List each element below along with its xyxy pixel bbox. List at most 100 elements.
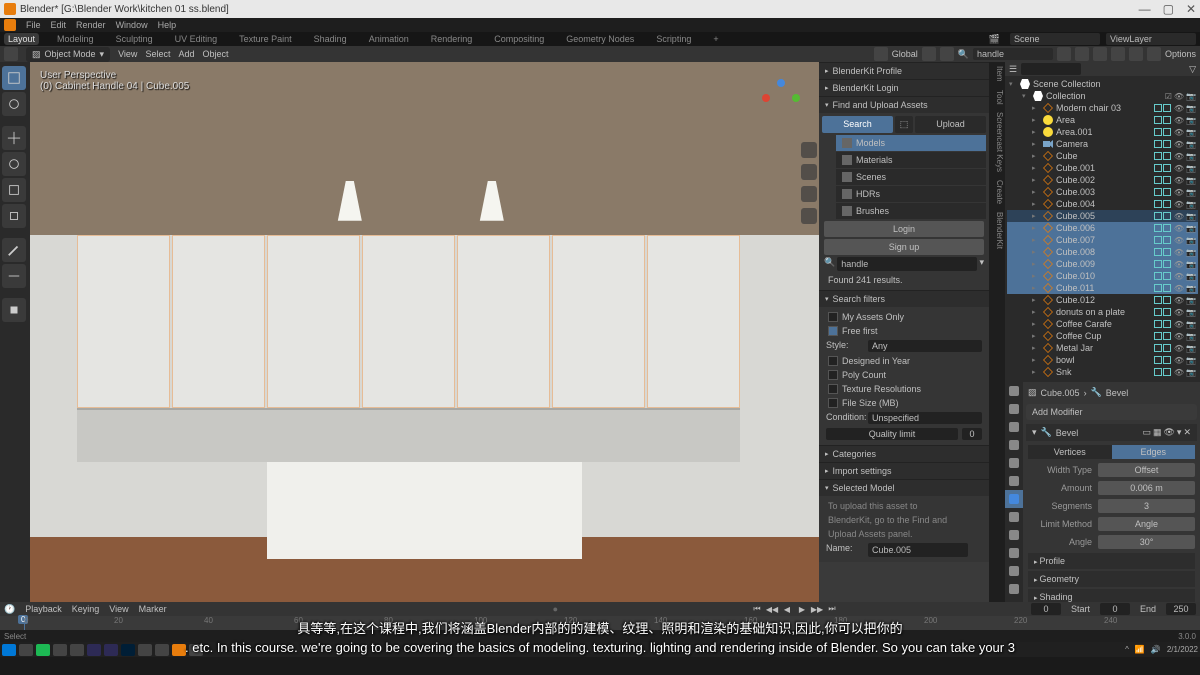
workspace-geonodes[interactable]: Geometry Nodes	[562, 33, 638, 45]
shading-subpanel[interactable]: Shading	[1028, 589, 1195, 602]
tree-item[interactable]: ▸Coffee Carafe👁📷	[1007, 318, 1198, 330]
options-dropdown[interactable]: Options	[1165, 49, 1196, 59]
tree-item[interactable]: ▸Metal Jar👁📷	[1007, 342, 1198, 354]
tree-scene-collection[interactable]: ▾ Scene Collection	[1007, 78, 1198, 90]
perspective-icon[interactable]	[801, 208, 817, 224]
prop-tab-object[interactable]	[1005, 472, 1023, 490]
jump-end-icon[interactable]: ⏭	[826, 604, 838, 614]
bevel-vertices-tab[interactable]: Vertices	[1028, 445, 1112, 459]
find-upload-panel[interactable]: Find and Upload Assets	[819, 96, 989, 113]
mod-edit-icon[interactable]: ▦	[1153, 427, 1162, 438]
prop-tab-material[interactable]	[1005, 580, 1023, 598]
tree-item[interactable]: ▸Cube.012👁📷	[1007, 294, 1198, 306]
menu-edit[interactable]: Edit	[51, 20, 67, 30]
selected-model-panel[interactable]: Selected Model	[819, 479, 989, 496]
annotate-tool[interactable]	[2, 238, 26, 262]
xray-icon[interactable]	[1075, 47, 1089, 61]
move-tool[interactable]	[2, 126, 26, 150]
tree-item[interactable]: ▸Cube.003👁📷	[1007, 186, 1198, 198]
prev-key-icon[interactable]: ◀◀	[766, 604, 778, 614]
bevel-edges-tab[interactable]: Edges	[1112, 445, 1196, 459]
workspace-layout[interactable]: Layout	[4, 33, 39, 45]
geometry-subpanel[interactable]: Geometry	[1028, 571, 1195, 587]
workspace-add[interactable]: +	[709, 33, 722, 45]
tree-item[interactable]: ▸Coffee Cup👁📷	[1007, 330, 1198, 342]
tree-item[interactable]: ▸Cube.011👁📷	[1007, 282, 1198, 294]
prop-tab-physics[interactable]	[1005, 526, 1023, 544]
menu-help[interactable]: Help	[158, 20, 177, 30]
signup-button[interactable]: Sign up	[824, 239, 984, 255]
scene-select[interactable]	[1010, 33, 1100, 45]
play-icon[interactable]: ▶	[796, 604, 808, 614]
style-select[interactable]: Any	[868, 340, 982, 352]
tree-item[interactable]: ▸donuts on a plate👁📷	[1007, 306, 1198, 318]
poly-count-checkbox[interactable]	[828, 370, 838, 380]
tree-item[interactable]: ▸Cube.005👁📷	[1007, 210, 1198, 222]
add-modifier-button[interactable]: Add Modifier	[1026, 404, 1197, 420]
prop-tab-modifiers[interactable]	[1005, 490, 1023, 508]
orientation-select[interactable]: Global	[892, 49, 918, 59]
search-filters-panel[interactable]: Search filters	[819, 290, 989, 307]
prop-tab-scene[interactable]	[1005, 436, 1023, 454]
filter-icon[interactable]: ▽	[1189, 64, 1196, 75]
blenderkit-login-panel[interactable]: BlenderKit Login	[819, 79, 989, 96]
tex-res-checkbox[interactable]	[828, 384, 838, 394]
play-reverse-icon[interactable]: ◀	[781, 604, 793, 614]
prop-tab-particles[interactable]	[1005, 508, 1023, 526]
timeline-keying[interactable]: Keying	[72, 604, 100, 614]
asset-type-scenes[interactable]: Scenes	[836, 169, 986, 185]
eye-icon[interactable]: 👁	[1174, 92, 1184, 101]
workspace-animation[interactable]: Animation	[365, 33, 413, 45]
modifier-header[interactable]: ▾🔧Bevel ▭ ▦ 👁 ▾ ✕	[1026, 424, 1197, 441]
workspace-texpaint[interactable]: Texture Paint	[235, 33, 296, 45]
workspace-rendering[interactable]: Rendering	[427, 33, 477, 45]
tree-item[interactable]: ▸Cube.007👁📷	[1007, 234, 1198, 246]
overlay-icon[interactable]	[1057, 47, 1071, 61]
profile-subpanel[interactable]: Profile	[1028, 553, 1195, 569]
3d-viewport[interactable]: User Perspective (0) Cabinet Handle 04 |…	[30, 62, 819, 602]
close-button[interactable]: ✕	[1186, 2, 1196, 16]
editor-type-icon[interactable]	[4, 47, 18, 61]
menu-file[interactable]: File	[26, 20, 41, 30]
tree-item[interactable]: ▸bowl👁📷	[1007, 354, 1198, 366]
tree-collection[interactable]: ▾ Collection ☑👁📷	[1007, 90, 1198, 102]
tab-screencast-keys[interactable]: Screencast Keys	[990, 112, 1004, 172]
shading-solid-icon[interactable]	[1111, 47, 1125, 61]
tree-item[interactable]: ▸Area👁📷	[1007, 114, 1198, 126]
workspace-sculpting[interactable]: Sculpting	[112, 33, 157, 45]
timeline-marker[interactable]: Marker	[139, 604, 167, 614]
maximize-button[interactable]: ▢	[1163, 2, 1174, 16]
prop-tab-data[interactable]	[1005, 562, 1023, 580]
tab-blenderkit[interactable]: BlenderKit	[990, 212, 1004, 249]
prop-tab-constraints[interactable]	[1005, 544, 1023, 562]
select-box-tool[interactable]	[2, 66, 26, 90]
tree-item[interactable]: ▸Cube.010👁📷	[1007, 270, 1198, 282]
viewlayer-select[interactable]	[1106, 33, 1196, 45]
workspace-scripting[interactable]: Scripting	[652, 33, 695, 45]
tree-item[interactable]: ▸Cube.008👁📷	[1007, 246, 1198, 258]
mod-close-icon[interactable]: ✕	[1183, 427, 1191, 438]
asset-type-materials[interactable]: Materials	[836, 152, 986, 168]
import-settings-panel[interactable]: Import settings	[819, 462, 989, 479]
prop-tab-world[interactable]	[1005, 454, 1023, 472]
transform-tool[interactable]	[2, 204, 26, 228]
cursor-tool[interactable]	[2, 92, 26, 116]
categories-panel[interactable]: Categories	[819, 445, 989, 462]
proportional-icon[interactable]	[940, 47, 954, 61]
quality-limit[interactable]: Quality limit	[826, 428, 958, 440]
snap-icon[interactable]	[922, 47, 936, 61]
workspace-uv[interactable]: UV Editing	[171, 33, 222, 45]
asset-search-input[interactable]	[973, 48, 1053, 60]
minimize-button[interactable]: —	[1139, 2, 1151, 16]
width-type-select[interactable]: Offset	[1098, 463, 1195, 477]
limit-method-select[interactable]: Angle	[1098, 517, 1195, 531]
search-tab[interactable]: Search	[822, 116, 893, 133]
workspace-shading[interactable]: Shading	[310, 33, 351, 45]
tree-item[interactable]: ▸Cube.009👁📷	[1007, 258, 1198, 270]
tree-item[interactable]: ▸Cube.002👁📷	[1007, 174, 1198, 186]
timeline-editor-icon[interactable]: 🕐	[4, 604, 15, 615]
search-clear-icon[interactable]: ▾	[979, 257, 984, 271]
asset-type-hdrs[interactable]: HDRs	[836, 186, 986, 202]
workspace-modeling[interactable]: Modeling	[53, 33, 98, 45]
blenderkit-profile-panel[interactable]: BlenderKit Profile	[819, 62, 989, 79]
